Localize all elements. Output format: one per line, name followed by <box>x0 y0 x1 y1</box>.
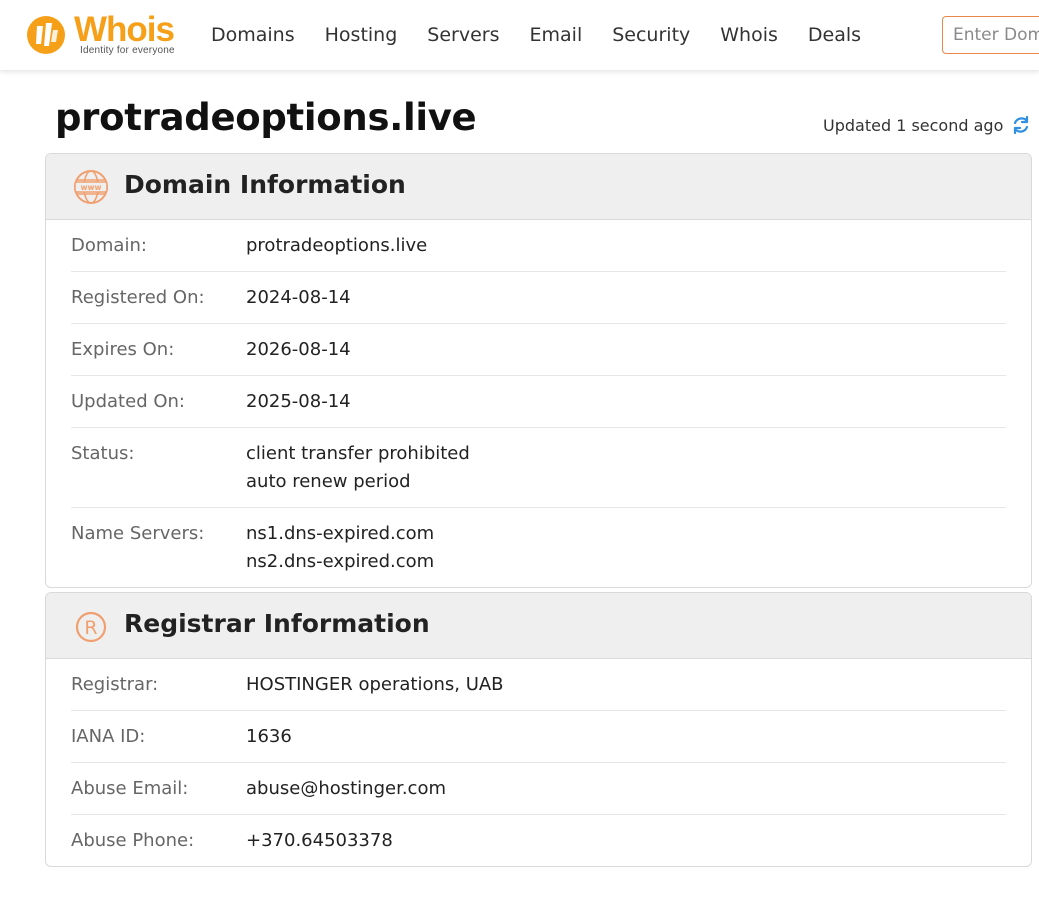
registrar-information-header: R Registrar Information <box>46 593 1031 659</box>
table-row: Registered On: 2024-08-14 <box>71 272 1006 324</box>
row-value: 2026-08-14 <box>246 336 351 364</box>
row-value: 2025-08-14 <box>246 388 351 416</box>
row-label: Registrar: <box>71 674 159 695</box>
registrar-information-title: Registrar Information <box>124 609 430 638</box>
row-label: Status: <box>71 443 135 464</box>
value-line: ns1.dns-expired.com <box>246 523 435 544</box>
row-label: IANA ID: <box>71 726 146 747</box>
table-row: Abuse Email: abuse@hostinger.com <box>71 763 1006 815</box>
row-value: 2024-08-14 <box>246 284 351 312</box>
value-line: 1636 <box>246 726 292 747</box>
registrar-information-card: R Registrar Information Registrar: HOSTI… <box>45 592 1032 867</box>
table-row: Status: client transfer prohibited auto … <box>71 428 1006 508</box>
whois-logo[interactable]: Whois Identity for everyone <box>24 10 179 60</box>
value-line: protradeoptions.live <box>246 235 428 256</box>
row-value: HOSTINGER operations, UAB <box>246 671 504 699</box>
registrar-information-rows: Registrar: HOSTINGER operations, UAB IAN… <box>46 659 1031 866</box>
row-value: 1636 <box>246 723 292 751</box>
updated-status: Updated 1 second ago <box>823 115 1031 135</box>
value-line: HOSTINGER operations, UAB <box>246 674 504 695</box>
row-label: Expires On: <box>71 339 175 360</box>
main-nav: Domains Hosting Servers Email Security W… <box>211 22 891 48</box>
row-label: Updated On: <box>71 391 185 412</box>
nav-whois[interactable]: Whois <box>720 22 778 48</box>
whois-logo-icon <box>27 16 65 54</box>
www-globe-icon: www <box>74 170 108 204</box>
row-value: +370.64503378 <box>246 827 393 855</box>
table-row: Name Servers: ns1.dns-expired.com ns2.dn… <box>71 508 1006 587</box>
nav-email[interactable]: Email <box>530 22 583 48</box>
table-row: Updated On: 2025-08-14 <box>71 376 1006 428</box>
logo-wordmark: Whois <box>74 10 175 49</box>
row-value: protradeoptions.live <box>246 232 427 260</box>
table-row: Registrar: HOSTINGER operations, UAB <box>71 659 1006 711</box>
svg-text:www: www <box>81 183 102 192</box>
logo-tagline: Identity for everyone <box>80 45 175 56</box>
value-line: client transfer prohibited <box>246 443 470 464</box>
row-label: Name Servers: <box>71 523 205 544</box>
registered-trademark-icon: R <box>75 611 107 643</box>
row-value: ns1.dns-expired.com ns2.dns-expired.com <box>246 520 434 576</box>
value-line: 2024-08-14 <box>246 287 351 308</box>
table-row: Abuse Phone: +370.64503378 <box>71 815 1006 866</box>
value-line: ns2.dns-expired.com <box>246 551 435 572</box>
domain-information-card: www Domain Information Domain: protradeo… <box>45 153 1032 588</box>
nav-servers[interactable]: Servers <box>427 22 499 48</box>
refresh-icon[interactable] <box>1011 115 1031 135</box>
row-label: Domain: <box>71 235 147 256</box>
row-value: client transfer prohibited auto renew pe… <box>246 440 470 496</box>
svg-text:R: R <box>84 617 97 639</box>
value-line: 2026-08-14 <box>246 339 351 360</box>
page-title: protradeoptions.live <box>55 96 477 139</box>
row-label: Registered On: <box>71 287 205 308</box>
value-line: abuse@hostinger.com <box>246 778 446 799</box>
nav-security[interactable]: Security <box>612 22 690 48</box>
nav-deals[interactable]: Deals <box>808 22 861 48</box>
domain-information-rows: Domain: protradeoptions.live Registered … <box>46 220 1031 587</box>
value-line: 2025-08-14 <box>246 391 351 412</box>
table-row: IANA ID: 1636 <box>71 711 1006 763</box>
row-label: Abuse Phone: <box>71 830 195 851</box>
domain-information-header: www Domain Information <box>46 154 1031 220</box>
domain-information-title: Domain Information <box>124 170 406 199</box>
table-row: Expires On: 2026-08-14 <box>71 324 1006 376</box>
row-value: abuse@hostinger.com <box>246 775 446 803</box>
updated-text: Updated 1 second ago <box>823 115 1004 135</box>
site-header: Whois Identity for everyone Domains Host… <box>0 0 1039 71</box>
table-row: Domain: protradeoptions.live <box>71 220 1006 272</box>
value-line: auto renew period <box>246 471 411 492</box>
domain-search-input[interactable] <box>942 16 1039 54</box>
row-label: Abuse Email: <box>71 778 189 799</box>
nav-hosting[interactable]: Hosting <box>325 22 398 48</box>
nav-domains[interactable]: Domains <box>211 22 295 48</box>
value-line: +370.64503378 <box>246 830 393 851</box>
